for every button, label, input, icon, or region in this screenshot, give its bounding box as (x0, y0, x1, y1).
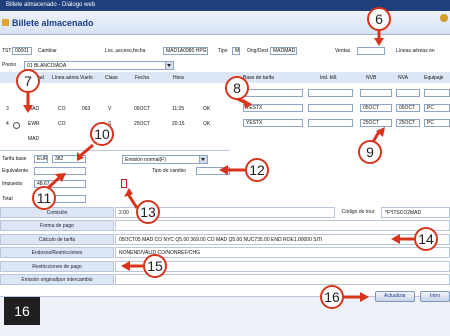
callout-11: 11 (32, 186, 56, 210)
callout-16: 16 (320, 285, 344, 309)
callout-12: 12 (245, 158, 269, 182)
callout-15: 15 (143, 254, 167, 278)
callout-6: 6 (367, 7, 391, 31)
callout-13: 13 (136, 200, 160, 224)
callout-14: 14 (414, 227, 438, 251)
callout-8: 8 (225, 76, 249, 100)
callout-arrows (23, 30, 414, 302)
callout-9: 9 (358, 140, 382, 164)
callout-7: 7 (16, 69, 40, 93)
callout-10: 10 (90, 122, 114, 146)
